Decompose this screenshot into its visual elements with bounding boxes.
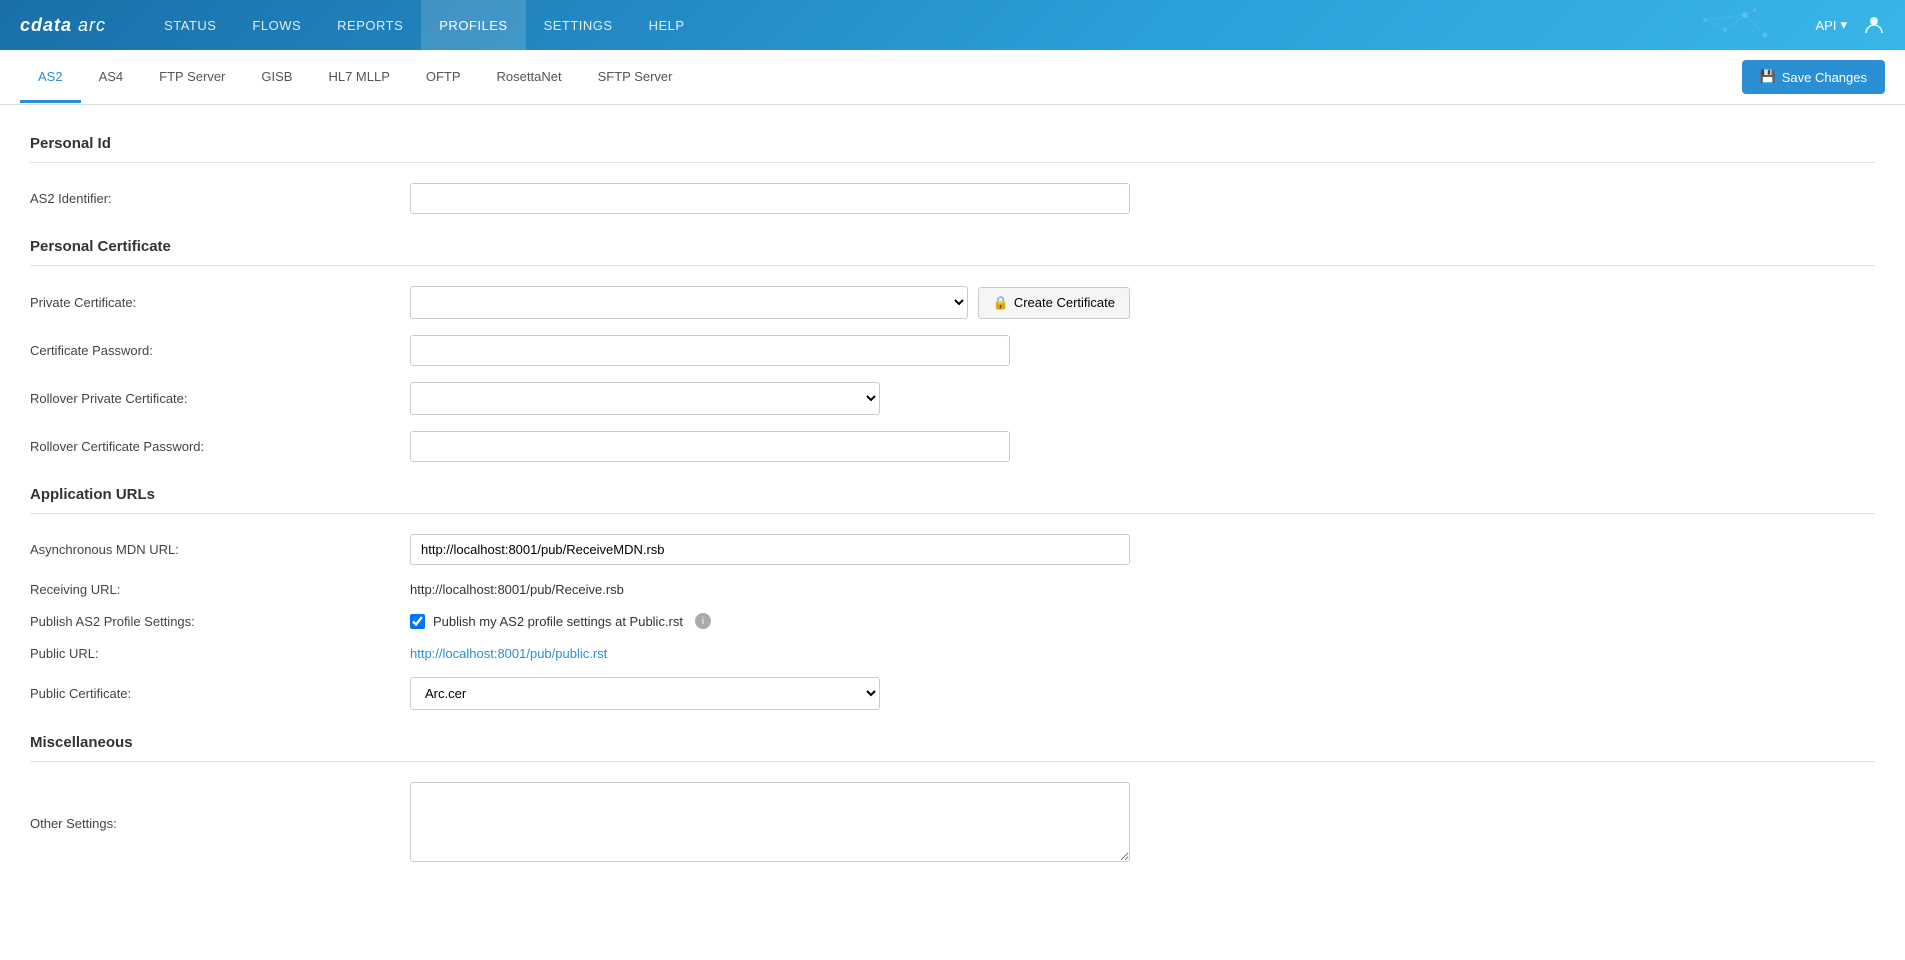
as2-identifier-input[interactable] (410, 183, 1130, 214)
as2-identifier-label: AS2 Identifier: (30, 191, 410, 206)
public-cert-select[interactable]: Arc.cer (410, 677, 880, 710)
tab-hl7-mllp[interactable]: HL7 MLLP (310, 53, 407, 103)
publish-as2-checkbox[interactable] (410, 614, 425, 629)
tab-as4[interactable]: AS4 (81, 53, 142, 103)
section-divider-misc: Miscellaneous (30, 734, 1875, 762)
cert-password-label: Certificate Password: (30, 343, 410, 358)
rollover-private-cert-select[interactable] (410, 382, 880, 415)
section-personal-id-header: Personal Id (30, 135, 1875, 163)
form-row-as2-identifier: AS2 Identifier: (30, 183, 1875, 214)
private-cert-control: 🔒 Create Certificate (410, 286, 1130, 319)
navbar-right: API ▾ (1816, 13, 1886, 38)
receiving-url-label: Receiving URL: (30, 582, 410, 597)
as2-identifier-control (410, 183, 1130, 214)
user-icon[interactable] (1863, 13, 1885, 38)
async-mdn-url-control (410, 534, 1130, 565)
create-cert-label: Create Certificate (1014, 295, 1115, 310)
rollover-cert-password-control (410, 431, 1130, 462)
brand-logo: cdata arc (20, 15, 106, 36)
save-changes-button[interactable]: 💾 Save Changes (1742, 60, 1885, 94)
private-cert-select[interactable] (410, 286, 968, 319)
tab-as2[interactable]: AS2 (20, 53, 81, 103)
tabs-bar: AS2 AS4 FTP Server GISB HL7 MLLP OFTP Ro… (0, 50, 1905, 105)
form-row-publish-as2: Publish AS2 Profile Settings: Publish my… (30, 613, 1875, 629)
nav-decoration (1585, 0, 1785, 50)
section-divider-cert: Personal Certificate (30, 238, 1875, 266)
section-personal-cert-header: Personal Certificate (30, 238, 1875, 266)
info-icon[interactable]: i (695, 613, 711, 629)
form-row-rollover-private-cert: Rollover Private Certificate: (30, 382, 1875, 415)
section-miscellaneous-header: Miscellaneous (30, 734, 1875, 762)
form-row-private-cert: Private Certificate: 🔒 Create Certificat… (30, 286, 1875, 319)
public-url-label: Public URL: (30, 646, 410, 661)
nav-reports[interactable]: REPORTS (319, 0, 421, 50)
create-certificate-button[interactable]: 🔒 Create Certificate (978, 287, 1130, 319)
form-row-cert-password: Certificate Password: (30, 335, 1875, 366)
save-btn-area: 💾 Save Changes (1742, 50, 1885, 104)
form-area: Personal Id AS2 Identifier: Personal Cer… (0, 105, 1905, 901)
rollover-cert-password-input[interactable] (410, 431, 1010, 462)
form-row-receiving-url: Receiving URL: http://localhost:8001/pub… (30, 581, 1875, 597)
rollover-private-cert-label: Rollover Private Certificate: (30, 391, 410, 406)
nav-settings[interactable]: SETTINGS (526, 0, 631, 50)
publish-as2-checkbox-row: Publish my AS2 profile settings at Publi… (410, 613, 1130, 629)
public-url-control: http://localhost:8001/pub/public.rst (410, 645, 1130, 661)
section-divider-urls: Application URLs (30, 486, 1875, 514)
async-mdn-url-label: Asynchronous MDN URL: (30, 542, 410, 557)
nav-status[interactable]: STATUS (146, 0, 234, 50)
nav-profiles[interactable]: PROFILES (421, 0, 525, 50)
rollover-private-cert-control (410, 382, 1130, 415)
form-row-other-settings: Other Settings: (30, 782, 1875, 865)
private-cert-label: Private Certificate: (30, 295, 410, 310)
navbar: cdata arc STATUS FLOWS REPORTS PROFILES … (0, 0, 1905, 50)
form-row-rollover-cert-password: Rollover Certificate Password: (30, 431, 1875, 462)
form-row-public-cert: Public Certificate: Arc.cer (30, 677, 1875, 710)
tab-ftp-server[interactable]: FTP Server (141, 53, 243, 103)
async-mdn-url-input[interactable] (410, 534, 1130, 565)
save-icon: 💾 (1760, 69, 1776, 85)
tab-oftp[interactable]: OFTP (408, 53, 479, 103)
brand-name: cdata arc (20, 15, 106, 35)
receiving-url-value: http://localhost:8001/pub/Receive.rsb (410, 581, 1130, 597)
api-dropdown[interactable]: API ▾ (1816, 17, 1848, 33)
public-url-link[interactable]: http://localhost:8001/pub/public.rst (410, 646, 607, 661)
form-row-async-mdn-url: Asynchronous MDN URL: (30, 534, 1875, 565)
publish-as2-control: Publish my AS2 profile settings at Publi… (410, 613, 1130, 629)
nav-links: STATUS FLOWS REPORTS PROFILES SETTINGS H… (146, 0, 702, 50)
other-settings-label: Other Settings: (30, 816, 410, 831)
cert-password-input[interactable] (410, 335, 1010, 366)
tab-sftp-server[interactable]: SFTP Server (580, 53, 691, 103)
nav-help[interactable]: HELP (631, 0, 703, 50)
publish-as2-checkbox-label: Publish my AS2 profile settings at Publi… (433, 614, 683, 629)
api-label: API (1816, 18, 1837, 33)
rollover-cert-password-label: Rollover Certificate Password: (30, 439, 410, 454)
other-settings-control (410, 782, 1130, 865)
content-area: AS2 AS4 FTP Server GISB HL7 MLLP OFTP Ro… (0, 50, 1905, 960)
public-cert-label: Public Certificate: (30, 686, 410, 701)
api-chevron-icon: ▾ (1840, 17, 1847, 33)
nav-flows[interactable]: FLOWS (234, 0, 319, 50)
form-row-public-url: Public URL: http://localhost:8001/pub/pu… (30, 645, 1875, 661)
tab-gisb[interactable]: GISB (243, 53, 310, 103)
cert-password-control (410, 335, 1130, 366)
save-label: Save Changes (1782, 70, 1867, 85)
other-settings-textarea[interactable] (410, 782, 1130, 862)
lock-icon: 🔒 (993, 295, 1009, 311)
receiving-url-text: http://localhost:8001/pub/Receive.rsb (410, 582, 624, 597)
tab-rosettanet[interactable]: RosettaNet (479, 53, 580, 103)
public-cert-control: Arc.cer (410, 677, 1130, 710)
publish-as2-label: Publish AS2 Profile Settings: (30, 614, 410, 629)
section-application-urls-header: Application URLs (30, 486, 1875, 514)
